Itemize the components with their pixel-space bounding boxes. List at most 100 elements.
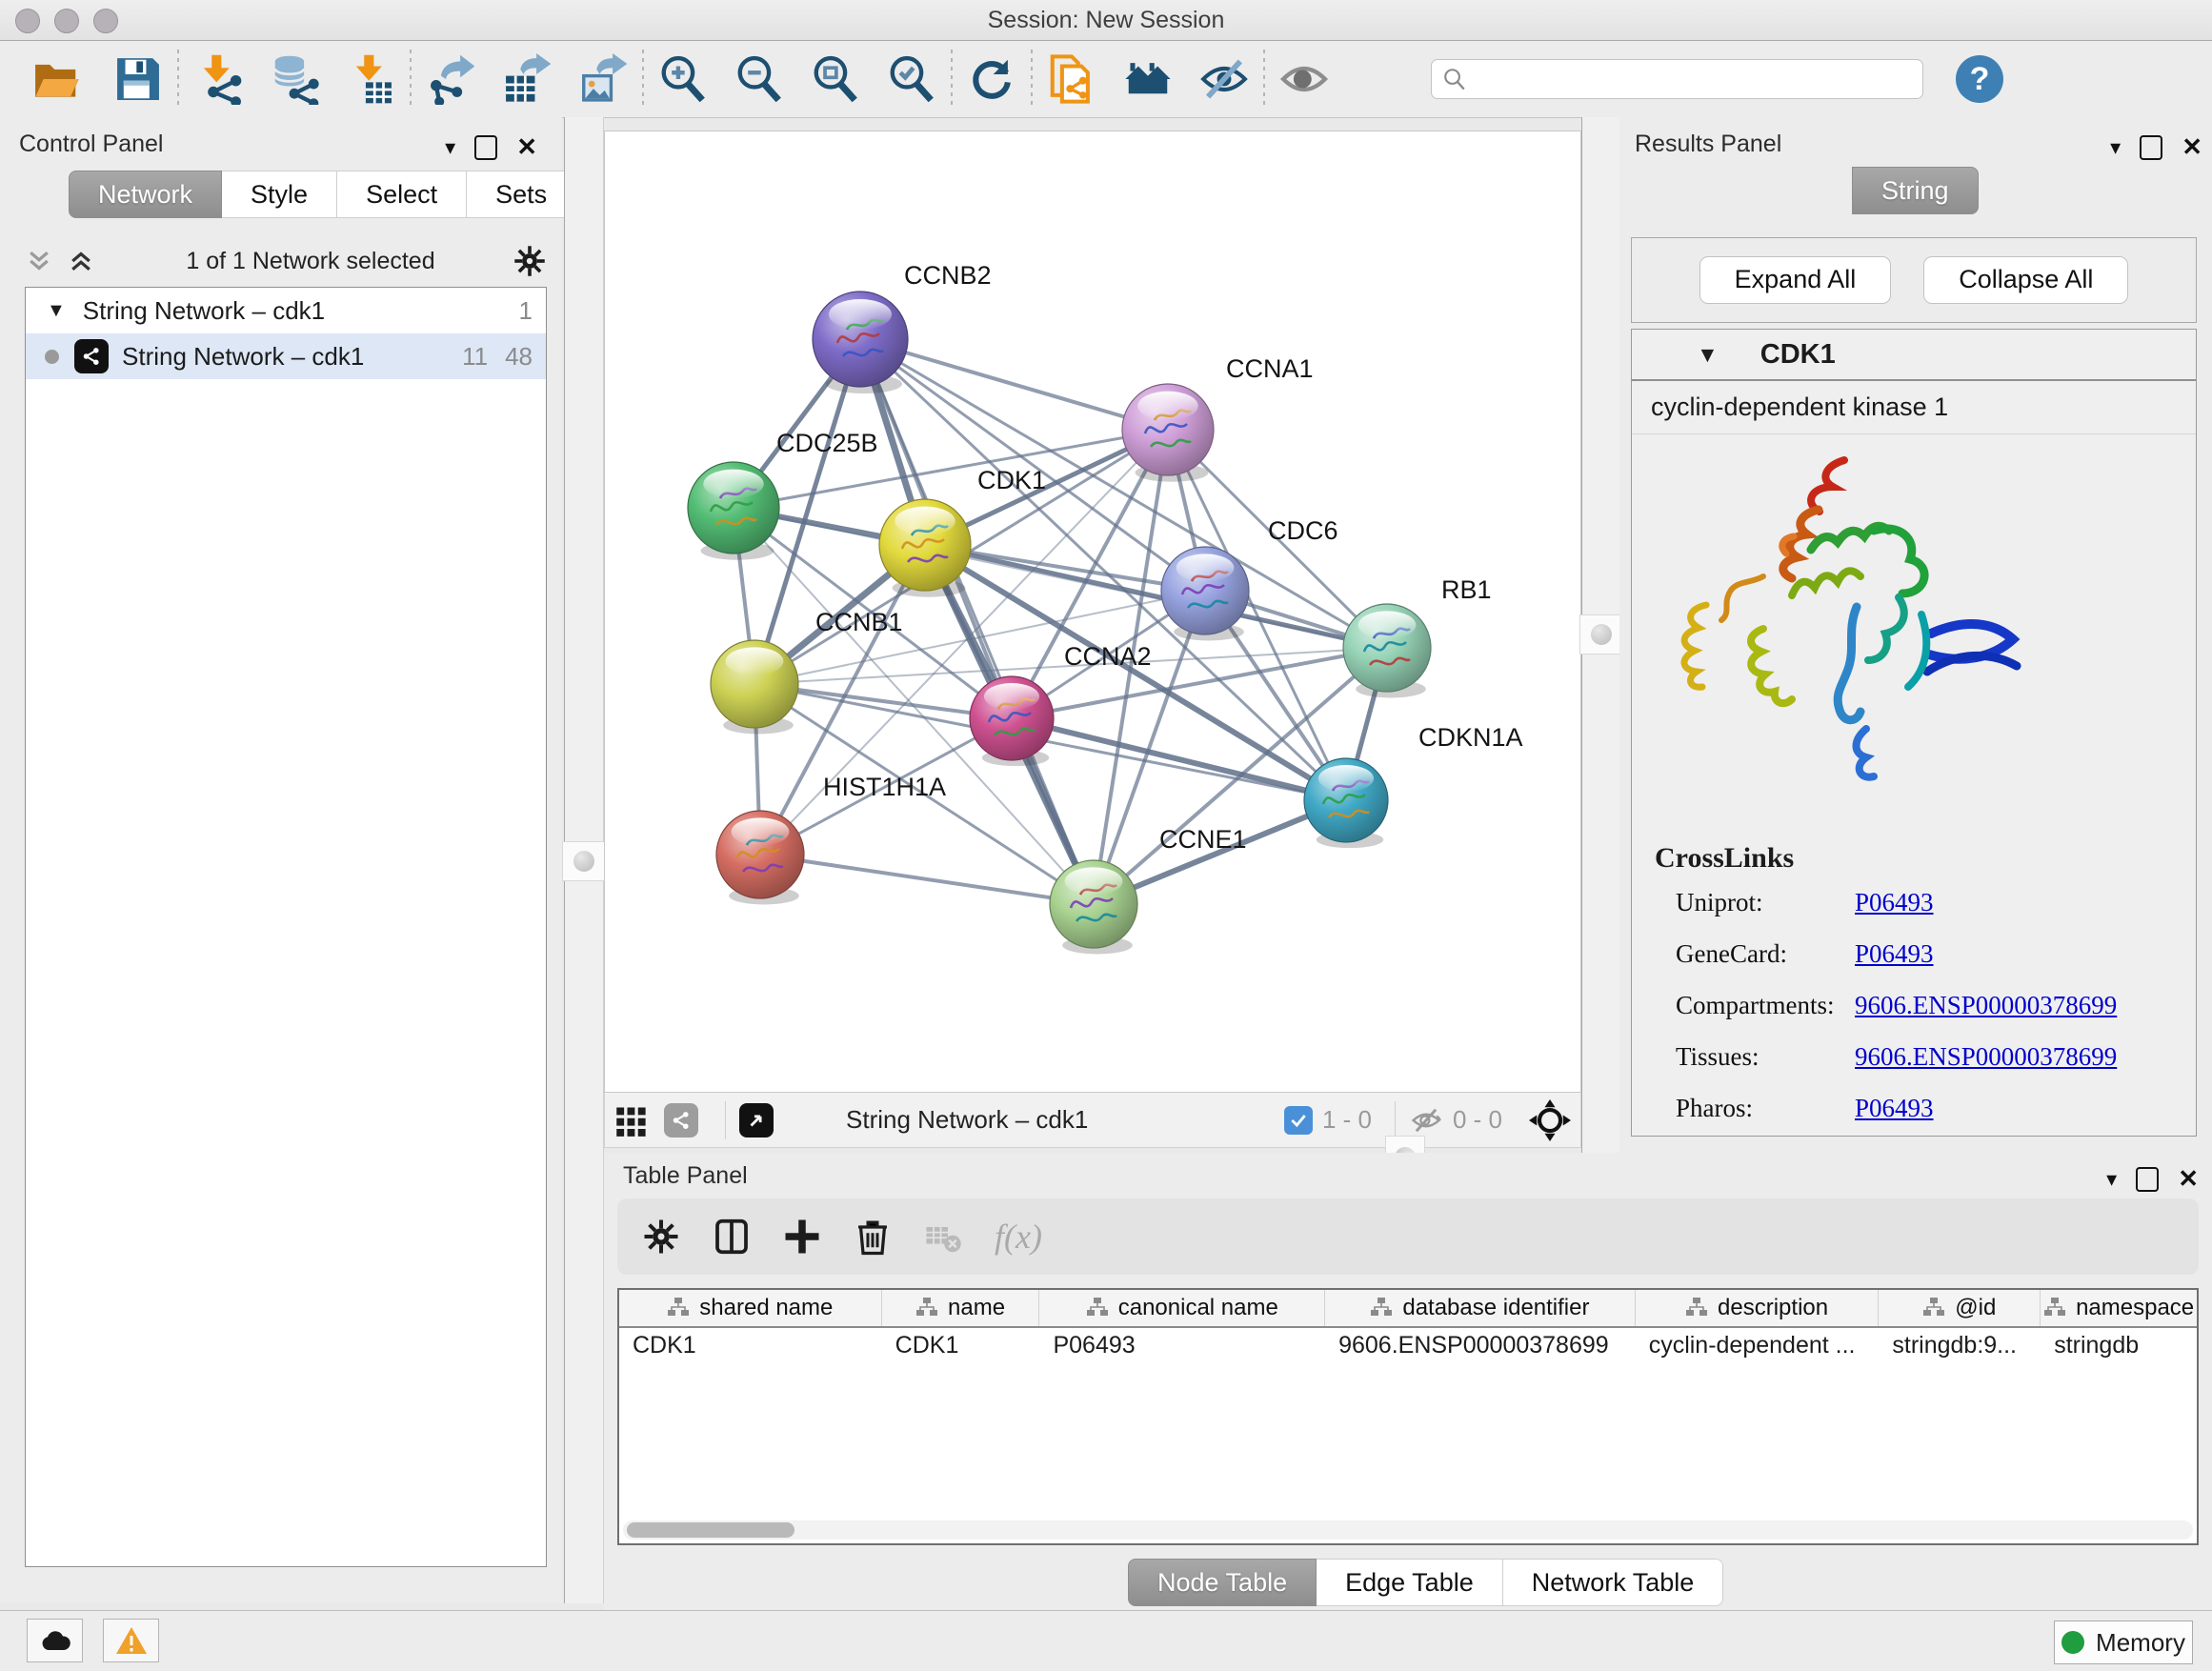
crosslink-compartments-link[interactable]: 9606.ENSP00000378699 [1855,991,2117,1020]
tab-sets[interactable]: Sets [467,171,576,218]
add-column-icon[interactable] [783,1218,821,1256]
protein-card-header[interactable]: ▼ CDK1 [1632,330,2196,381]
column-header[interactable]: description [1636,1290,1880,1326]
show-columns-icon[interactable] [713,1218,751,1256]
graph-node-CDC6[interactable]: CDC6 [1161,516,1338,640]
control-panel-close-button[interactable]: ✕ [516,132,537,162]
column-header[interactable]: shared name [619,1290,882,1326]
search-input[interactable] [1431,59,1923,99]
table-row[interactable]: CDK1 CDK1 P06493 9606.ENSP00000378699 cy… [619,1328,2197,1364]
right-splitter-grip[interactable] [1579,614,1623,654]
home-button[interactable] [1120,51,1176,107]
cell-database-identifier[interactable]: 9606.ENSP00000378699 [1325,1328,1636,1364]
graph-node-RB1[interactable]: RB1 [1343,575,1492,697]
tab-edge-table[interactable]: Edge Table [1317,1559,1503,1606]
cell-shared-name[interactable]: CDK1 [619,1328,882,1364]
birdseye-view-button[interactable] [739,1103,774,1137]
table-panel-close-button[interactable]: ✕ [2178,1164,2199,1194]
graph-node-label: CDKN1A [1418,723,1523,752]
export-table-button[interactable] [499,51,554,107]
pan-crosshair-icon[interactable] [1529,1099,1571,1141]
crosslink-uniprot-link[interactable]: P06493 [1855,888,1934,917]
left-splitter-grip[interactable] [562,841,606,881]
crosslink-tissues-link[interactable]: 9606.ENSP00000378699 [1855,1042,2117,1072]
control-panel-menu-caret-icon[interactable]: ▾ [445,135,455,160]
graph-node-HIST1H1A[interactable]: HIST1H1A [716,773,946,904]
cell-canonical-name[interactable]: P06493 [1039,1328,1325,1364]
column-header[interactable]: canonical name [1039,1290,1325,1326]
graph-node-CCNB1[interactable]: CCNB1 [711,608,903,734]
cell-description[interactable]: cyclin-dependent ... [1636,1328,1880,1364]
results-panel-menu-caret-icon[interactable]: ▾ [2110,135,2121,160]
import-table-button[interactable] [343,51,398,107]
column-header[interactable]: name [882,1290,1040,1326]
export-image-button[interactable] [575,51,631,107]
column-header[interactable]: namespace [2041,1290,2197,1326]
save-session-button[interactable] [111,51,166,107]
network-canvas[interactable]: CCNB2CCNA1CDC25BCDK1CDC6RB1CCNB1CCNA2CDK… [604,131,1581,1093]
selected-items-checkbox[interactable] [1284,1106,1313,1135]
graph-node-CDC25B[interactable]: CDC25B [688,429,878,560]
zoom-fit-button[interactable] [808,51,863,107]
grid-view-icon[interactable] [614,1103,649,1137]
collapse-all-icon[interactable] [25,247,53,275]
show-all-button[interactable] [1277,51,1332,107]
graph-node-CCNE1[interactable]: CCNE1 [1050,825,1247,954]
zoom-selected-button[interactable] [884,51,939,107]
duplicate-network-button[interactable] [1044,51,1099,107]
zoom-out-button[interactable] [732,51,787,107]
network-collection-row[interactable]: ▼ String Network – cdk1 1 [26,288,546,333]
left-panel-splitter[interactable] [564,117,604,1603]
crosslink-genecard-link[interactable]: P06493 [1855,939,1934,969]
network-graph[interactable]: CCNB2CCNA1CDC25BCDK1CDC6RB1CCNB1CCNA2CDK… [605,131,1580,1092]
scrollbar-thumb[interactable] [627,1522,794,1538]
table-panel-menu-caret-icon[interactable]: ▾ [2106,1167,2117,1192]
graph-node-CCNB2[interactable]: CCNB2 [813,261,992,393]
network-options-gear-icon[interactable] [513,244,547,278]
cloud-status-button[interactable] [27,1619,83,1662]
refresh-layout-button[interactable] [964,51,1019,107]
tab-network[interactable]: Network [69,171,222,218]
import-network-database-button[interactable] [267,51,322,107]
tab-network-table[interactable]: Network Table [1503,1559,1724,1606]
protein-card-collapse-triangle-icon[interactable]: ▼ [1697,342,1719,368]
delete-column-icon[interactable] [854,1218,892,1256]
expand-all-icon[interactable] [67,247,95,275]
tab-node-table[interactable]: Node Table [1128,1559,1317,1606]
collapse-all-button[interactable]: Collapse All [1923,256,2128,304]
cell-name[interactable]: CDK1 [882,1328,1040,1364]
crosslinks-section: CrossLinks Uniprot:P06493 GeneCard:P0649… [1632,833,2196,1151]
column-header[interactable]: database identifier [1325,1290,1636,1326]
graph-node-CCNA1[interactable]: CCNA1 [1122,354,1314,482]
results-panel-close-button[interactable]: ✕ [2182,132,2202,162]
collection-expand-triangle-icon[interactable]: ▼ [47,300,66,322]
tab-string-results[interactable]: String [1852,167,1979,214]
network-view-type-icon[interactable] [664,1103,698,1137]
column-header[interactable]: @id [1879,1290,2041,1326]
table-options-gear-icon[interactable] [642,1218,680,1256]
open-file-button[interactable] [29,51,84,107]
graph-node-CDKN1A[interactable]: CDKN1A [1304,723,1523,848]
crosslink-pharos-link[interactable]: P06493 [1855,1094,1934,1123]
memory-button[interactable]: Memory [2054,1621,2193,1664]
results-panel-float-button[interactable] [2140,135,2162,160]
import-network-file-button[interactable] [191,51,246,107]
tab-select[interactable]: Select [337,171,467,218]
results-panel-splitter[interactable] [1581,117,1621,1154]
network-row-selected[interactable]: String Network – cdk1 11 48 [26,333,546,379]
zoom-in-button[interactable] [655,51,711,107]
cell-namespace[interactable]: stringdb [2041,1328,2197,1364]
export-network-button[interactable] [423,51,478,107]
control-panel-float-button[interactable] [474,135,497,160]
help-button[interactable]: ? [1956,55,2003,103]
results-buttons-box: Expand All Collapse All [1631,237,2197,323]
hide-selected-button[interactable] [1196,51,1252,107]
refresh-icon [966,53,1017,105]
table-horizontal-scrollbar[interactable] [623,1520,2193,1540]
table-panel-float-button[interactable] [2136,1167,2159,1192]
cell-id[interactable]: stringdb:9... [1879,1328,2041,1364]
memory-label: Memory [2096,1628,2185,1658]
expand-all-button[interactable]: Expand All [1699,256,1892,304]
tab-style[interactable]: Style [222,171,337,218]
warnings-button[interactable] [103,1619,159,1662]
